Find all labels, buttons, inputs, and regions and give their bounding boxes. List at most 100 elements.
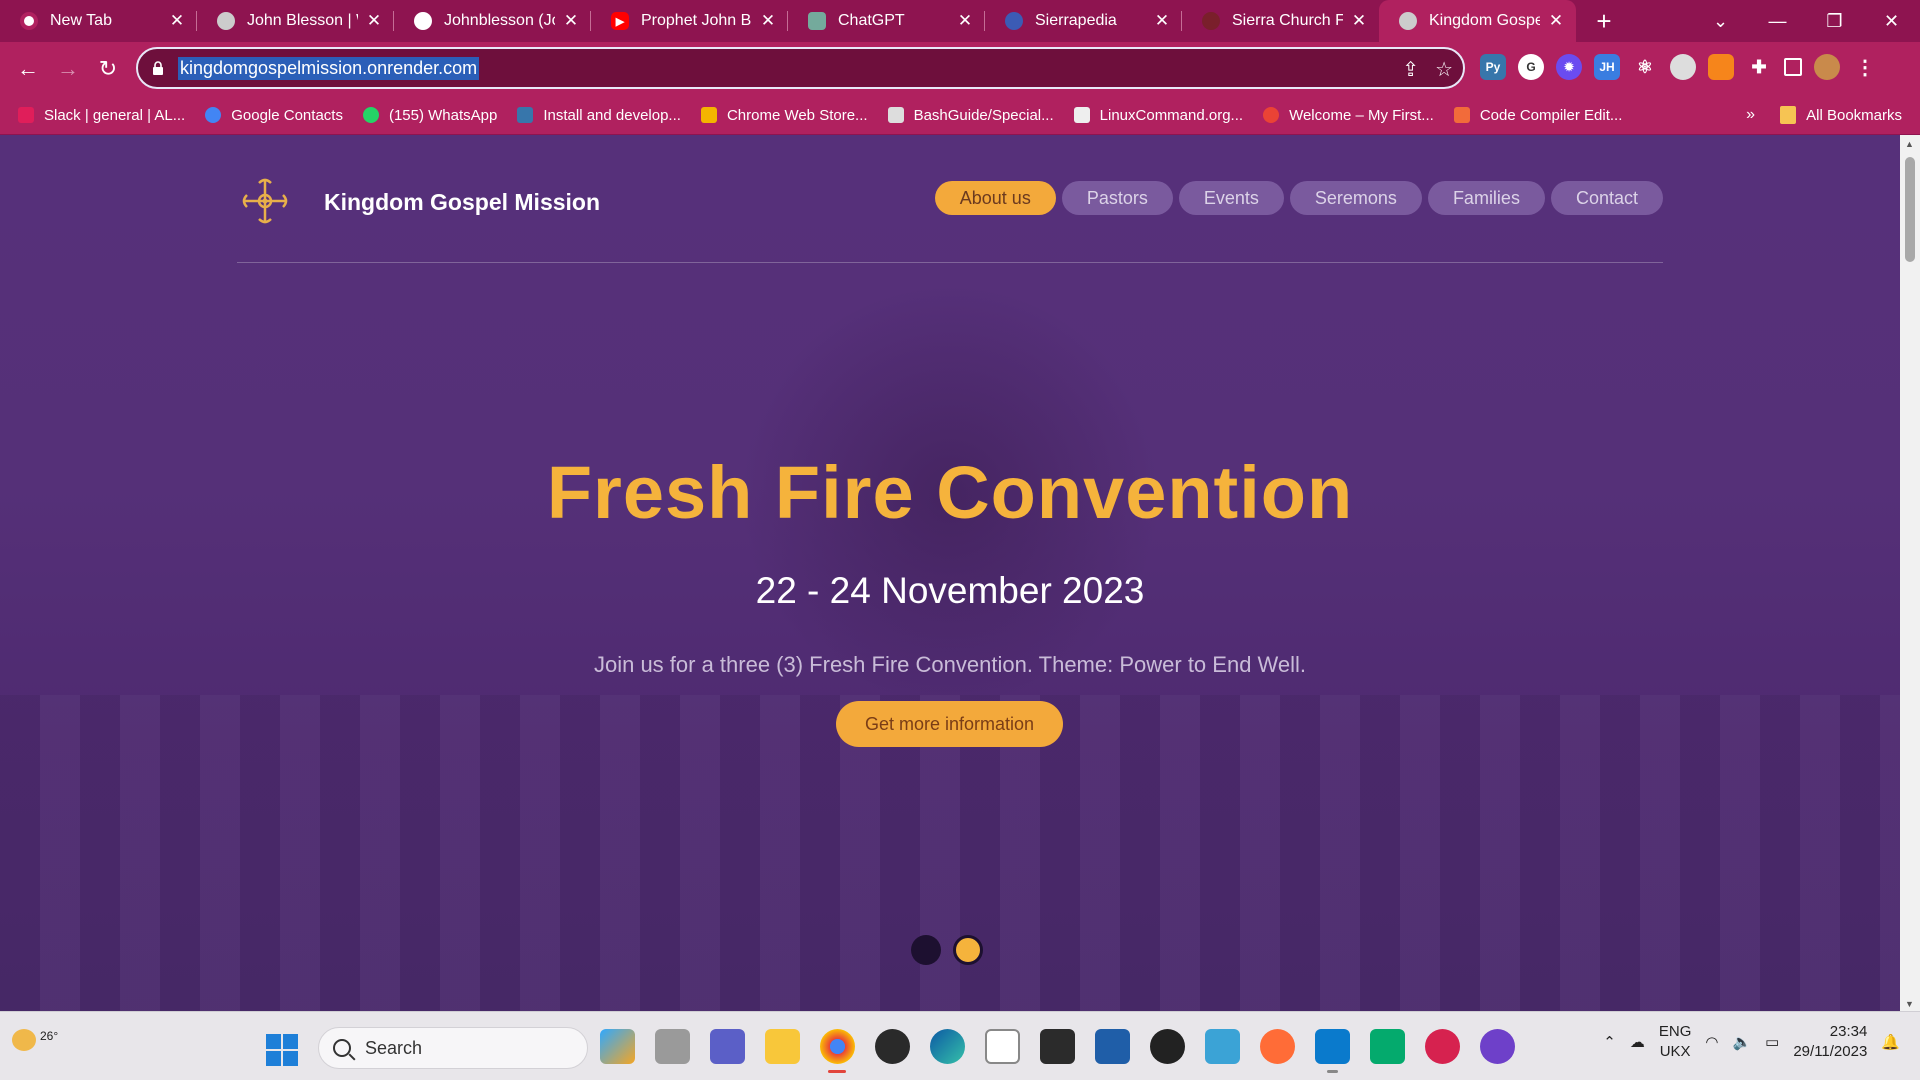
nav-about-us[interactable]: About us xyxy=(934,181,1056,215)
close-icon[interactable]: ✕ xyxy=(1351,11,1367,31)
forward-button[interactable]: → xyxy=(48,56,88,82)
scroll-thumb[interactable] xyxy=(1905,157,1915,262)
close-icon[interactable]: ✕ xyxy=(760,11,776,31)
close-window-button[interactable]: ✕ xyxy=(1863,11,1920,32)
bookmarks-bar: Slack | general | AL... Google Contacts … xyxy=(0,96,1920,135)
teams-icon[interactable] xyxy=(710,1029,745,1064)
nav-pastors[interactable]: Pastors xyxy=(1061,181,1173,215)
language-indicator[interactable]: ENG UKX xyxy=(1659,1022,1692,1062)
bookmarks-overflow-button[interactable]: » xyxy=(1746,106,1755,124)
volume-icon[interactable]: 🔈 xyxy=(1732,1033,1751,1051)
start-button[interactable] xyxy=(266,1034,298,1066)
share-icon[interactable]: ⇪ xyxy=(1402,57,1419,82)
bookmark-star-icon[interactable]: ☆ xyxy=(1435,57,1453,82)
store-icon[interactable] xyxy=(985,1029,1020,1064)
puzzle-icon[interactable]: ✚ xyxy=(1746,54,1772,80)
weather-widget[interactable]: 26° xyxy=(12,1029,58,1051)
terminal-icon[interactable] xyxy=(1040,1029,1075,1064)
postman-icon[interactable] xyxy=(1260,1029,1295,1064)
restore-button[interactable]: ❐ xyxy=(1806,11,1863,32)
gear-extension-icon[interactable]: ✹ xyxy=(1556,54,1582,80)
minimize-button[interactable]: — xyxy=(1749,11,1806,32)
bookmark-webstore[interactable]: Chrome Web Store... xyxy=(700,107,868,124)
bookmark-code-compiler[interactable]: Code Compiler Edit... xyxy=(1453,107,1622,124)
system-tray: ⌃ ☁ ENG UKX ◠ 🔈 ▭ 23:34 29/11/2023 🔔 xyxy=(1603,1022,1900,1062)
site-nav: About us Pastors Events Seremons Familie… xyxy=(934,181,1663,215)
side-panel-icon[interactable] xyxy=(1784,58,1802,76)
close-icon[interactable]: ✕ xyxy=(169,11,185,31)
virtualbox-icon[interactable] xyxy=(1095,1029,1130,1064)
lifebuoy-icon[interactable] xyxy=(1425,1029,1460,1064)
linux-penguin-icon[interactable] xyxy=(1150,1029,1185,1064)
github-desktop-icon[interactable] xyxy=(1480,1029,1515,1064)
bookmark-python[interactable]: Install and develop... xyxy=(517,107,681,124)
onedrive-icon[interactable]: ☁ xyxy=(1630,1033,1645,1051)
wifi-icon[interactable]: ◠ xyxy=(1705,1033,1718,1051)
tab-youtube[interactable]: ▶ Prophet John Ble ✕ xyxy=(591,0,788,42)
tab-search-icon[interactable]: ⌄ xyxy=(1692,11,1749,32)
taskbar-search[interactable]: Search xyxy=(318,1027,588,1069)
url-text[interactable]: kingdomgospelmission.onrender.com xyxy=(178,56,480,80)
copilot-icon[interactable] xyxy=(600,1029,635,1064)
bookmark-bashguide[interactable]: BashGuide/Special... xyxy=(887,107,1054,124)
nav-seremons[interactable]: Seremons xyxy=(1289,181,1422,215)
taskbar-apps xyxy=(600,1029,1515,1073)
chevron-up-icon[interactable]: ⌃ xyxy=(1603,1033,1616,1051)
clock[interactable]: 23:34 29/11/2023 xyxy=(1793,1022,1867,1062)
all-bookmarks-button[interactable]: All Bookmarks xyxy=(1780,106,1902,124)
avatar[interactable] xyxy=(1814,54,1840,80)
address-bar[interactable]: kingdomgospelmission.onrender.com ⇪ ☆ xyxy=(136,47,1465,89)
dell-icon[interactable] xyxy=(875,1029,910,1064)
grammar-extension-icon[interactable]: G xyxy=(1518,54,1544,80)
chrome-taskbar-icon[interactable] xyxy=(820,1029,855,1073)
python-extension-icon[interactable]: Py xyxy=(1480,54,1506,80)
edge-icon[interactable] xyxy=(930,1029,965,1064)
close-icon[interactable]: ✕ xyxy=(1548,11,1564,31)
carousel-dot-2[interactable] xyxy=(953,935,983,965)
battery-icon[interactable]: ▭ xyxy=(1765,1033,1779,1051)
tracker-extension-icon[interactable] xyxy=(1670,54,1696,80)
close-icon[interactable]: ✕ xyxy=(366,11,382,31)
back-button[interactable]: ← xyxy=(8,56,48,82)
reload-button[interactable]: ↻ xyxy=(88,56,128,82)
close-icon[interactable]: ✕ xyxy=(563,11,579,31)
new-tab-button[interactable]: + xyxy=(1584,6,1624,37)
site-header: Kingdom Gospel Mission About us Pastors … xyxy=(237,173,1663,263)
vscode-icon[interactable] xyxy=(1315,1029,1350,1073)
react-devtools-icon[interactable]: ⚛ xyxy=(1632,54,1658,80)
menu-kebab-icon[interactable]: ⋮ xyxy=(1852,54,1878,80)
cross-logo-icon[interactable] xyxy=(237,173,293,229)
jh-extension-icon[interactable]: JH xyxy=(1594,54,1620,80)
tab-chatgpt[interactable]: ChatGPT ✕ xyxy=(788,0,985,42)
w3schools-icon[interactable] xyxy=(1370,1029,1405,1064)
nav-contact[interactable]: Contact xyxy=(1550,181,1663,215)
bookmark-linuxcommand[interactable]: LinuxCommand.org... xyxy=(1073,107,1243,124)
nav-events[interactable]: Events xyxy=(1178,181,1284,215)
lock-icon[interactable] xyxy=(152,61,166,75)
carousel-dot-1[interactable] xyxy=(911,935,941,965)
bookmark-slack[interactable]: Slack | general | AL... xyxy=(18,107,185,124)
bookmark-gcloud[interactable]: Welcome – My First... xyxy=(1263,107,1434,124)
network-icon[interactable] xyxy=(1205,1029,1240,1064)
tab-john-blesson[interactable]: John Blesson | W ✕ xyxy=(197,0,394,42)
task-view-icon[interactable] xyxy=(655,1029,690,1064)
tab-new-tab[interactable]: New Tab ✕ xyxy=(0,0,197,42)
bookmark-google-contacts[interactable]: Google Contacts xyxy=(205,107,343,124)
close-icon[interactable]: ✕ xyxy=(957,11,973,31)
get-more-info-button[interactable]: Get more information xyxy=(836,701,1063,747)
bookmark-whatsapp[interactable]: (155) WhatsApp xyxy=(362,107,497,124)
scroll-down-arrow-icon[interactable]: ▼ xyxy=(1905,999,1914,1009)
notification-bell-icon[interactable]: 🔔 xyxy=(1881,1033,1900,1051)
tab-kingdom-gospel[interactable]: Kingdom Gospel ✕ xyxy=(1379,0,1576,42)
file-explorer-icon[interactable] xyxy=(765,1029,800,1064)
tab-sierra-church[interactable]: Sierra Church Fir ✕ xyxy=(1182,0,1379,42)
tab-sierrapedia[interactable]: Sierrapedia ✕ xyxy=(985,0,1182,42)
metamask-icon[interactable] xyxy=(1708,54,1734,80)
site-brand[interactable]: Kingdom Gospel Mission xyxy=(324,189,600,216)
tab-github[interactable]: Johnblesson (Joh ✕ xyxy=(394,0,591,42)
scroll-up-arrow-icon[interactable]: ▲ xyxy=(1905,139,1914,149)
close-icon[interactable]: ✕ xyxy=(1154,11,1170,31)
page-scrollbar[interactable]: ▲ ▼ xyxy=(1900,135,1920,1011)
gcloud-icon xyxy=(1263,107,1280,123)
nav-families[interactable]: Families xyxy=(1427,181,1545,215)
